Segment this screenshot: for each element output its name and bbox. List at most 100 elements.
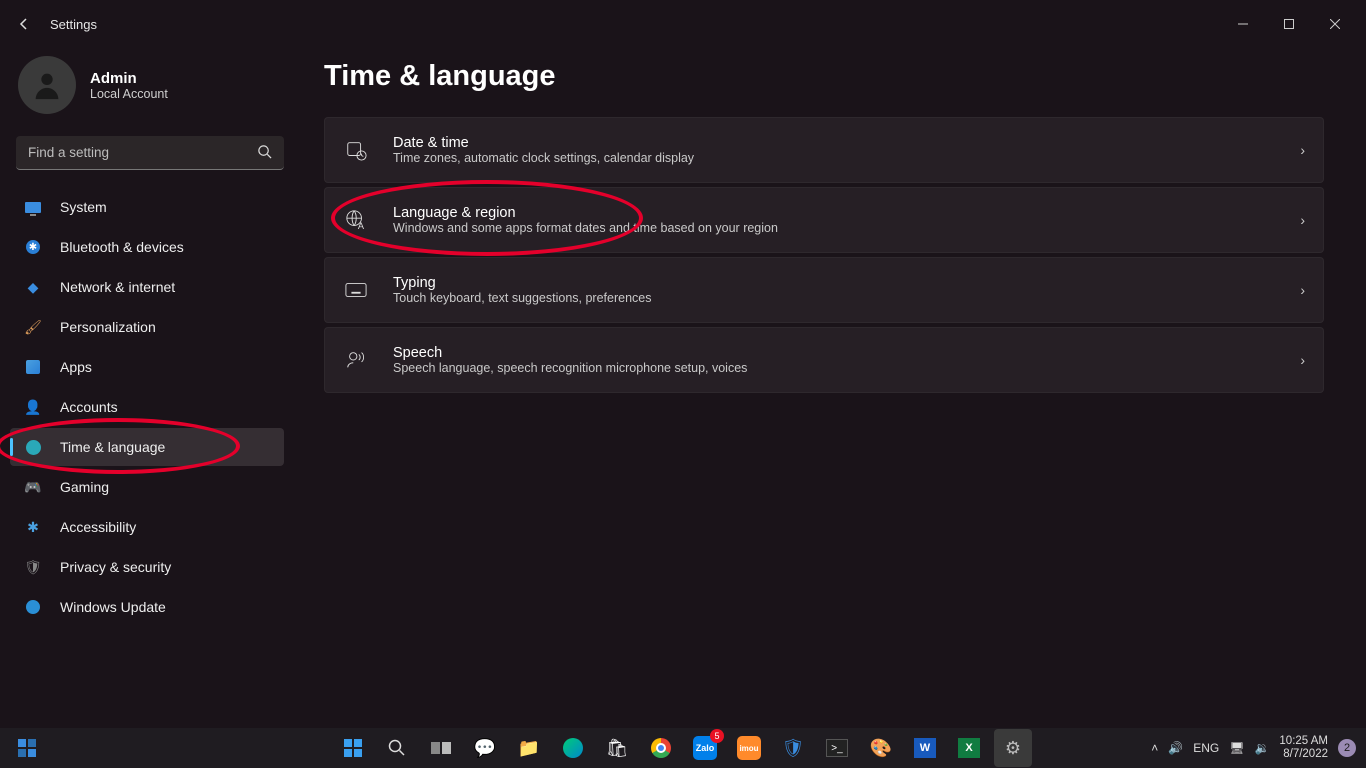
sidebar-item-time-language[interactable]: Time & language [10, 428, 284, 466]
sidebar-item-personalization[interactable]: 🖌 Personalization [10, 308, 284, 346]
monitor-icon [24, 198, 42, 216]
update-icon [24, 598, 42, 616]
taskbar-app-explorer[interactable]: 📁 [510, 729, 548, 767]
sidebar-item-label: Accounts [60, 399, 118, 415]
card-subtitle: Speech language, speech recognition micr… [393, 361, 747, 375]
store-icon: 🛍 [606, 738, 629, 759]
taskbar-app-excel[interactable]: X [950, 729, 988, 767]
apps-icon [24, 358, 42, 376]
notification-count[interactable]: 2 [1338, 739, 1356, 757]
taskbar-app-chrome[interactable] [642, 729, 680, 767]
taskbar-center: 💬 📁 🛍 Zalo5 imou 🛡 >_ 🎨 W X ⚙ [334, 729, 1032, 767]
card-speech[interactable]: Speech Speech language, speech recogniti… [324, 327, 1324, 393]
search-icon [257, 144, 272, 164]
widgets-button[interactable] [8, 729, 46, 767]
chrome-icon [651, 738, 671, 758]
chat-icon: 💬 [474, 738, 496, 759]
nav: System ✱Bluetooth & devices ◆Network & i… [10, 188, 284, 626]
tray-overflow-icon[interactable]: ˄ [1151, 741, 1158, 755]
sidebar-item-label: Bluetooth & devices [60, 239, 184, 255]
card-date-time[interactable]: Date & time Time zones, automatic clock … [324, 117, 1324, 183]
chevron-right-icon: › [1300, 282, 1305, 298]
maximize-icon [1284, 19, 1294, 29]
clock-globe-icon [24, 438, 42, 456]
start-button[interactable] [334, 729, 372, 767]
card-typing[interactable]: Typing Touch keyboard, text suggestions,… [324, 257, 1324, 323]
defender-icon: 🛡 [782, 738, 805, 759]
maximize-button[interactable] [1266, 8, 1312, 40]
taskbar-app-store[interactable]: 🛍 [598, 729, 636, 767]
tray-language[interactable]: ENG [1193, 741, 1219, 755]
sidebar-item-label: Gaming [60, 479, 109, 495]
taskbar-app-chat[interactable]: 💬 [466, 729, 504, 767]
card-subtitle: Time zones, automatic clock settings, ca… [393, 151, 694, 165]
person-icon [30, 68, 64, 102]
card-title: Language & region [393, 205, 778, 221]
globe-letter-icon: A [343, 207, 369, 233]
close-button[interactable] [1312, 8, 1358, 40]
avatar [18, 56, 76, 114]
card-language-region[interactable]: A Language & region Windows and some app… [324, 187, 1324, 253]
user-subtitle: Local Account [90, 87, 168, 101]
word-icon: W [914, 738, 936, 758]
folder-icon: 📁 [518, 738, 540, 759]
volume-icon[interactable]: 🔊 [1168, 741, 1183, 755]
sidebar-item-network[interactable]: ◆Network & internet [10, 268, 284, 306]
sidebar-item-label: Privacy & security [60, 559, 171, 575]
shield-icon: 🛡 [24, 558, 42, 576]
keyboard-icon [343, 277, 369, 303]
chevron-right-icon: › [1300, 212, 1305, 228]
brush-icon: 🖌 [24, 318, 42, 336]
sidebar-item-system[interactable]: System [10, 188, 284, 226]
taskbar-app-edge[interactable] [554, 729, 592, 767]
accounts-icon: 👤 [24, 398, 42, 416]
card-title: Date & time [393, 135, 694, 151]
taskbar-app-imou[interactable]: imou [730, 729, 768, 767]
page-title: Time & language [324, 60, 1324, 93]
wifi-icon: ◆ [24, 278, 42, 296]
svg-text:A: A [358, 221, 365, 231]
taskbar-app-terminal[interactable]: >_ [818, 729, 856, 767]
taskbar-app-security[interactable]: 🛡 [774, 729, 812, 767]
window-controls [1220, 8, 1358, 40]
sidebar-item-apps[interactable]: Apps [10, 348, 284, 386]
calendar-clock-icon [343, 137, 369, 163]
task-view-button[interactable] [422, 729, 460, 767]
paint-icon: 🎨 [870, 738, 892, 759]
taskbar-app-word[interactable]: W [906, 729, 944, 767]
sidebar-item-label: Apps [60, 359, 92, 375]
sidebar-item-accounts[interactable]: 👤 Accounts [10, 388, 284, 426]
gear-icon: ⚙ [1005, 738, 1021, 759]
sidebar-item-label: Time & language [60, 439, 165, 455]
system-tray: ˄ 🔊 ENG 🖥 🔉 10:25 AM 8/7/2022 2 [1151, 735, 1366, 761]
sidebar-item-gaming[interactable]: 🎮 Gaming [10, 468, 284, 506]
sidebar-item-windows-update[interactable]: Windows Update [10, 588, 284, 626]
taskbar-app-settings[interactable]: ⚙ [994, 729, 1032, 767]
tray-time: 10:25 AM [1279, 735, 1328, 748]
terminal-icon: >_ [826, 739, 848, 757]
search-button[interactable] [378, 729, 416, 767]
minimize-icon [1238, 19, 1248, 29]
gaming-icon: 🎮 [24, 478, 42, 496]
card-subtitle: Windows and some apps format dates and t… [393, 221, 778, 235]
card-title: Speech [393, 345, 747, 361]
search-wrap [16, 136, 284, 170]
minimize-button[interactable] [1220, 8, 1266, 40]
taskbar-app-paint[interactable]: 🎨 [862, 729, 900, 767]
search-icon [388, 739, 406, 757]
tray-clock[interactable]: 10:25 AM 8/7/2022 [1279, 735, 1328, 761]
sidebar-item-accessibility[interactable]: ✱Accessibility [10, 508, 284, 546]
main-content: Time & language Date & time Time zones, … [300, 48, 1366, 728]
sidebar-item-privacy[interactable]: 🛡 Privacy & security [10, 548, 284, 586]
window-title: Settings [50, 17, 97, 32]
sidebar-item-bluetooth[interactable]: ✱Bluetooth & devices [10, 228, 284, 266]
taskbar: 💬 📁 🛍 Zalo5 imou 🛡 >_ 🎨 W X ⚙ ˄ 🔊 ENG 🖥 … [0, 728, 1366, 768]
sidebar-item-label: Personalization [60, 319, 156, 335]
search-input[interactable] [16, 136, 284, 170]
tray-display-icon[interactable]: 🖥 [1229, 741, 1244, 755]
user-block[interactable]: Admin Local Account [16, 56, 284, 132]
taskbar-app-zalo[interactable]: Zalo5 [686, 729, 724, 767]
arrow-left-icon [16, 16, 32, 32]
tray-sound-icon[interactable]: 🔉 [1254, 741, 1269, 755]
back-button[interactable] [8, 8, 40, 40]
